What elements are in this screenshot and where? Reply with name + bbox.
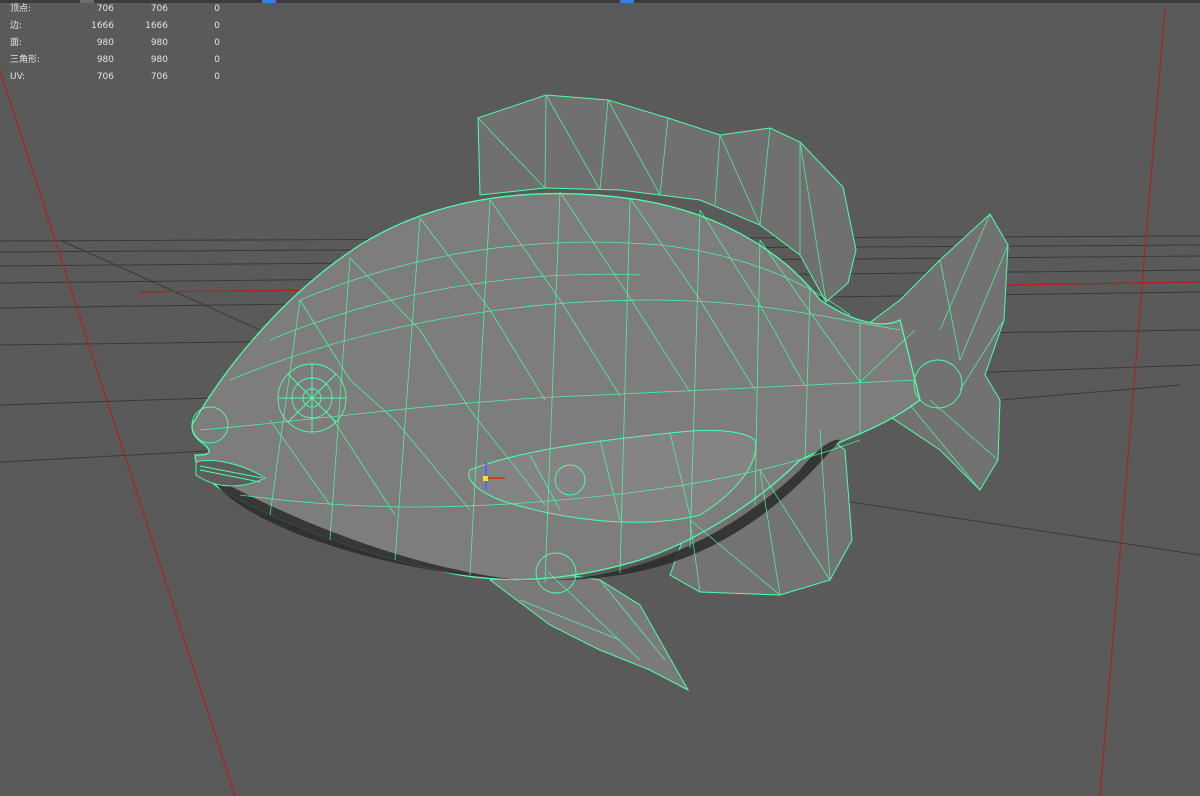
hud-value: 980 [96,55,114,65]
hud-row-uvs: UV: 706 706 0 [10,69,220,86]
hud-label: 三角形: [10,55,41,65]
hud-value: 1666 [145,21,168,31]
3d-viewport[interactable]: 顶点: 706 706 0 边: 1666 1666 0 面: 980 980 … [0,0,1200,796]
scene-canvas[interactable] [0,0,1200,796]
hud-value: 0 [214,72,220,82]
poly-count-hud: 顶点: 706 706 0 边: 1666 1666 0 面: 980 980 … [10,1,220,86]
hud-value: 706 [96,72,114,82]
hud-value: 0 [214,55,220,65]
pelvic-fin[interactable] [488,571,690,692]
hud-value: 1666 [91,21,114,31]
hud-label: 面: [10,38,23,48]
hud-value: 980 [150,38,168,48]
hud-value: 0 [214,38,220,48]
hud-row-edges: 边: 1666 1666 0 [10,18,220,35]
fish-eye[interactable] [277,363,347,433]
hud-label: UV: [10,72,26,82]
hud-value: 980 [150,55,168,65]
hud-row-vertices: 顶点: 706 706 0 [10,1,220,18]
hud-value: 0 [214,4,220,14]
hud-row-triangles: 三角形: 980 980 0 [10,52,220,69]
hud-value: 0 [214,21,220,31]
hud-value: 980 [96,38,114,48]
hud-value: 706 [150,4,168,14]
hud-label: 边: [10,21,23,31]
hud-label: 顶点: [10,4,32,14]
hud-value: 706 [150,72,168,82]
fish-mesh[interactable] [191,94,1009,692]
hud-row-faces: 面: 980 980 0 [10,35,220,52]
hud-value: 706 [96,4,114,14]
